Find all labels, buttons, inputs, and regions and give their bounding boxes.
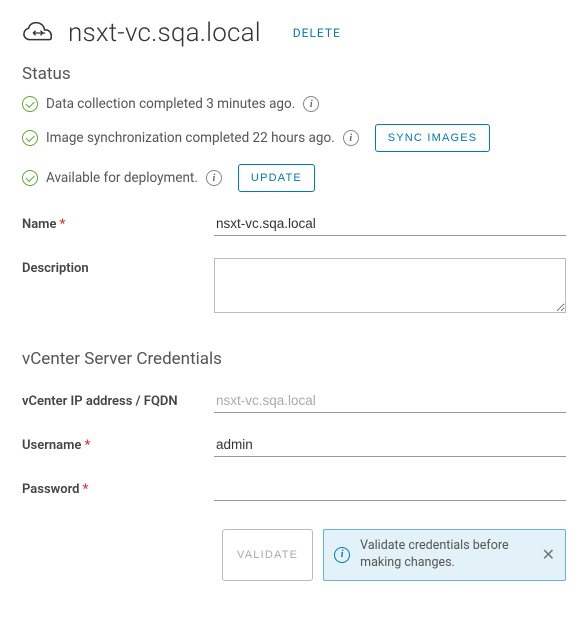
username-field-row: Username* — [22, 435, 566, 457]
description-textarea[interactable] — [214, 258, 566, 313]
name-label: Name* — [22, 214, 202, 234]
description-field-row: Description — [22, 258, 566, 313]
status-heading: Status — [22, 64, 566, 84]
username-label: Username* — [22, 435, 202, 455]
page-header: nsxt-vc.sqa.local DELETE — [22, 18, 566, 48]
username-input[interactable] — [214, 435, 566, 457]
info-icon[interactable]: i — [303, 96, 319, 112]
info-icon[interactable]: i — [206, 170, 222, 186]
validate-row: VALIDATE i Validate credentials before m… — [22, 529, 566, 581]
password-input[interactable] — [214, 479, 566, 501]
ip-label: vCenter IP address / FQDN — [22, 391, 202, 411]
status-text: Data collection completed 3 minutes ago. — [46, 96, 295, 112]
name-input[interactable] — [214, 214, 566, 236]
ip-field-row: vCenter IP address / FQDN — [22, 391, 566, 413]
status-row-deployment: Available for deployment. i UPDATE — [22, 164, 566, 192]
password-field-row: Password* — [22, 479, 566, 501]
info-icon[interactable]: i — [343, 130, 359, 146]
check-icon — [22, 96, 38, 112]
info-icon: i — [334, 547, 350, 563]
credentials-heading: vCenter Server Credentials — [22, 349, 566, 369]
status-row-image-sync: Image synchronization completed 22 hours… — [22, 124, 566, 152]
password-label: Password* — [22, 479, 202, 499]
status-text: Available for deployment. — [46, 170, 198, 186]
validate-button[interactable]: VALIDATE — [222, 529, 313, 581]
cloud-sync-icon — [22, 20, 56, 46]
close-icon[interactable]: ✕ — [542, 547, 555, 563]
validate-alert: i Validate credentials before making cha… — [323, 529, 566, 581]
check-icon — [22, 170, 38, 186]
name-field-row: Name* — [22, 214, 566, 236]
sync-images-button[interactable]: SYNC IMAGES — [375, 124, 491, 152]
delete-button[interactable]: DELETE — [293, 26, 341, 40]
status-text: Image synchronization completed 22 hours… — [46, 130, 335, 146]
update-button[interactable]: UPDATE — [238, 164, 315, 192]
vcenter-ip-input[interactable] — [214, 391, 566, 413]
page-title: nsxt-vc.sqa.local — [68, 18, 261, 48]
description-label: Description — [22, 258, 202, 278]
status-row-data-collection: Data collection completed 3 minutes ago.… — [22, 96, 566, 112]
alert-text: Validate credentials before making chang… — [360, 538, 531, 572]
check-icon — [22, 130, 38, 146]
